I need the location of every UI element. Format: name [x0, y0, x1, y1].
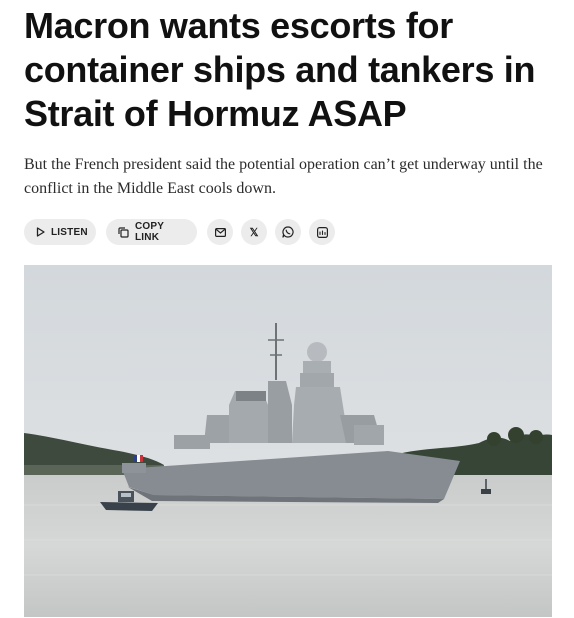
email-share-button[interactable]	[207, 219, 233, 245]
share-toolbar: LISTEN COPY LINK 𝕏	[24, 219, 335, 245]
article-dek: But the French president said the potent…	[24, 156, 543, 197]
more-share-icon	[316, 226, 328, 238]
listen-label: LISTEN	[51, 226, 88, 238]
article-photo	[24, 265, 552, 617]
x-icon: 𝕏	[249, 226, 259, 239]
play-icon	[36, 227, 45, 237]
copy-icon	[118, 226, 129, 238]
copy-link-button[interactable]: COPY LINK	[106, 219, 197, 245]
copy-link-label: COPY LINK	[135, 221, 164, 243]
more-share-button[interactable]	[309, 219, 335, 245]
whatsapp-icon	[282, 226, 294, 238]
x-share-button[interactable]: 𝕏	[241, 219, 267, 245]
article-headline: Macron wants escorts for container ships…	[24, 5, 536, 134]
whatsapp-share-button[interactable]	[275, 219, 301, 245]
listen-button[interactable]: LISTEN	[24, 219, 96, 245]
email-icon	[214, 227, 226, 237]
